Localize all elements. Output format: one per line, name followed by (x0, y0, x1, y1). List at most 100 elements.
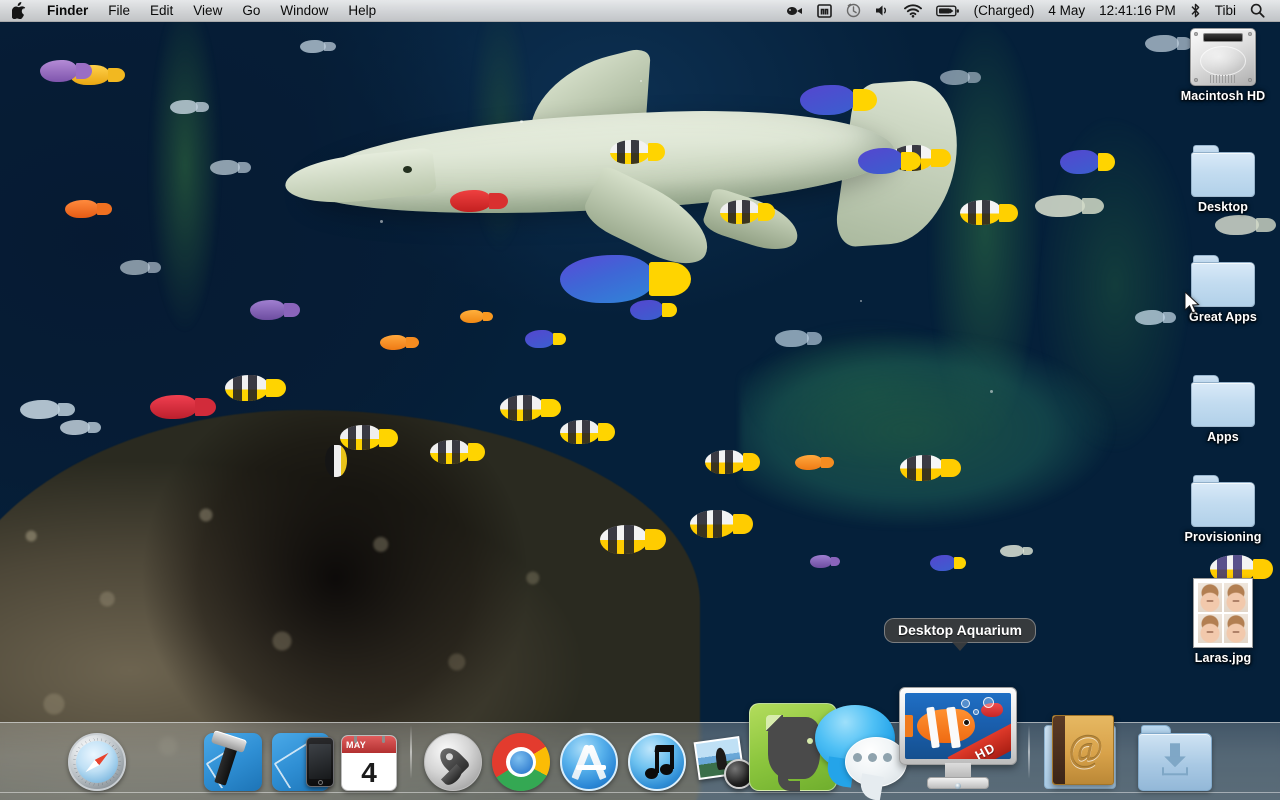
folder-icon (1191, 375, 1255, 427)
desktop-icon-label: Apps (1207, 430, 1239, 444)
banded-fish (960, 200, 1002, 225)
dock-item-calendar[interactable]: MAY 4 (336, 733, 402, 791)
desktop-icon-desktop[interactable]: Desktop (1175, 145, 1271, 214)
dock-separator (410, 725, 412, 779)
desktop-aquarium-icon: HD (898, 685, 1018, 791)
desktop-icon-label: Provisioning (1185, 530, 1262, 544)
small-fish (775, 330, 809, 347)
dock-item-desktop-aquarium[interactable]: HD (896, 685, 1020, 791)
blue-tang-fish (800, 85, 856, 115)
mouse-cursor (1185, 292, 1201, 316)
small-fish (170, 100, 198, 114)
dock-items: MAY 4 (64, 685, 1216, 800)
mail-stamp-icon (136, 733, 194, 791)
small-fish (1135, 310, 1165, 325)
menu-item-finder[interactable]: Finder (37, 0, 98, 21)
dock-item-xcode[interactable] (200, 733, 266, 791)
dock-item-launchpad[interactable] (420, 733, 486, 791)
red-fish (150, 395, 198, 419)
blue-tang-fish (560, 255, 655, 303)
shark-eye (403, 166, 412, 173)
banded-fish (720, 200, 760, 224)
small-fish (210, 160, 240, 175)
blue-tang-fish (525, 330, 555, 348)
menu-item-help[interactable]: Help (338, 0, 386, 21)
red-fish (450, 190, 492, 212)
calendar-month-label: MAY (342, 736, 396, 753)
screen-capture-box-icon[interactable] (810, 0, 839, 21)
battery-icon[interactable] (929, 0, 967, 21)
small-fish (1145, 35, 1179, 52)
blue-tang-fish (1060, 150, 1100, 174)
reef-ridge (740, 330, 1160, 530)
menu-item-file[interactable]: File (98, 0, 140, 21)
small-fish (1000, 545, 1024, 557)
launchpad-rocket-icon (424, 733, 482, 791)
menu-item-window[interactable]: Window (270, 0, 338, 21)
orange-fish (460, 310, 484, 323)
blue-tang-fish (930, 555, 956, 571)
banded-fish (430, 440, 470, 464)
purple-fish (250, 300, 286, 320)
dock-item-downloads-stack[interactable] (1136, 721, 1216, 791)
dock[interactable]: MAY 4 (0, 708, 1280, 800)
chrome-icon (492, 733, 550, 791)
volume-speaker-icon[interactable] (868, 0, 897, 21)
dock-item-safari[interactable] (64, 733, 130, 791)
particle (380, 220, 383, 223)
moorish-idol-fish (325, 445, 347, 477)
photo-face (1198, 583, 1222, 612)
blue-tang-fish (630, 300, 664, 320)
small-fish (60, 420, 90, 435)
messages-icon (815, 699, 907, 791)
menu-item-edit[interactable]: Edit (140, 0, 183, 21)
dock-item-messages[interactable] (828, 699, 894, 791)
particle (640, 80, 642, 82)
safari-icon (68, 733, 126, 791)
photo-face (1198, 614, 1222, 643)
apple-logo-icon (12, 2, 26, 19)
desktop-icon-provisioning[interactable]: Provisioning (1175, 475, 1271, 544)
menu-item-view[interactable]: View (183, 0, 232, 21)
app-store-icon (560, 733, 618, 791)
desktop-wallpaper[interactable]: Macintosh HD Desktop Great Apps Apps Pro… (0, 0, 1280, 800)
bluetooth-icon[interactable] (1183, 0, 1208, 21)
dock-item-ios-simulator[interactable] (268, 733, 334, 791)
desktop-icon-apps[interactable]: Apps (1175, 375, 1271, 444)
dock-item-google-chrome[interactable] (488, 733, 554, 791)
orange-fish (380, 335, 408, 350)
menubar-date[interactable]: 4 May (1041, 0, 1092, 21)
desktop-icon-label: Laras.jpg (1195, 651, 1251, 665)
itunes-icon (628, 733, 686, 791)
folder-icon (1191, 145, 1255, 197)
particle (860, 300, 862, 302)
menubar-user-name[interactable]: Tibi (1208, 0, 1243, 21)
desktop-icon-label: Desktop (1198, 200, 1248, 214)
small-fish (300, 40, 326, 53)
banded-fish (610, 140, 650, 164)
menubar-clock[interactable]: 12:41:16 PM (1092, 0, 1183, 21)
time-machine-clock-icon[interactable] (839, 0, 868, 21)
dock-item-itunes[interactable] (624, 733, 690, 791)
xcode-hammer-icon (204, 733, 262, 791)
dock-item-app-store[interactable] (556, 733, 622, 791)
dock-item-address-book-stack[interactable]: @ (1038, 703, 1134, 791)
desktop-icon-macintosh-hd[interactable]: Macintosh HD (1175, 28, 1271, 103)
calendar-icon: MAY 4 (340, 733, 398, 791)
menu-item-go[interactable]: Go (232, 0, 270, 21)
dock-item-mail[interactable] (132, 733, 198, 791)
banded-fish (600, 525, 648, 554)
apple-menu-button[interactable] (0, 0, 37, 21)
desktop-icon-label: Macintosh HD (1181, 89, 1266, 103)
fish-aquarium-icon[interactable] (779, 0, 810, 21)
menu-bar[interactable]: Finder File Edit View Go Window Help (0, 0, 1280, 22)
particle (520, 120, 523, 123)
banded-fish (705, 450, 745, 474)
purple-fish (40, 60, 78, 82)
desktop-icon-laras-jpg[interactable]: Laras.jpg (1175, 578, 1271, 665)
dock-running-indicator (955, 783, 961, 789)
search-icon[interactable] (1243, 0, 1272, 21)
calendar-day-label: 4 (342, 753, 396, 791)
address-book-stack-icon: @ (1040, 703, 1132, 791)
wifi-icon[interactable] (897, 0, 929, 21)
